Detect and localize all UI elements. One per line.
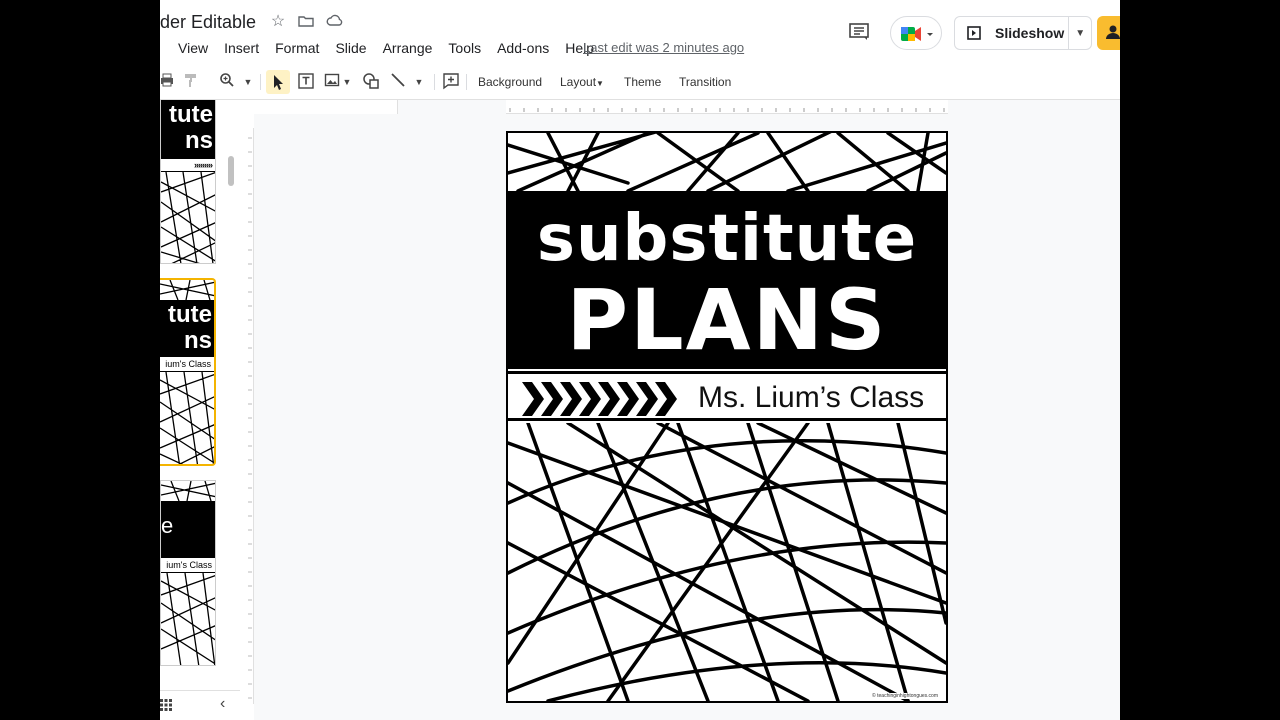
menu-add-ons[interactable]: Add-ons: [489, 38, 557, 58]
transition-button[interactable]: Transition: [679, 73, 731, 91]
add-comment-icon[interactable]: [442, 72, 460, 92]
thumb-scribble-pattern: [160, 372, 214, 464]
thumb-title: tute: [169, 101, 213, 128]
title-band: substitute PLANS: [508, 191, 946, 369]
layout-button[interactable]: Layout▼: [560, 73, 604, 93]
slideshow-label: Slideshow: [995, 25, 1065, 41]
thumb-title-band: e: [161, 501, 215, 557]
slide-title-line1[interactable]: substitute: [508, 201, 946, 277]
thumb-name-strip: ium's Class: [160, 356, 214, 372]
meet-icon: [901, 27, 933, 41]
thumb-subtitle: ns: [184, 127, 213, 154]
slides-app: der Editable ☆ View Insert Format Slide …: [160, 0, 1120, 720]
thumb-subtitle: ns: [183, 327, 212, 354]
menu-bar: View Insert Format Slide Arrange Tools A…: [170, 38, 602, 58]
thumb-chevron-strip: ›››››››››: [161, 158, 215, 172]
title-bar: der Editable ☆ View Insert Format Slide …: [160, 0, 1120, 64]
theme-button[interactable]: Theme: [624, 73, 661, 91]
class-name-strip: Ms. Lium’s Class: [508, 371, 946, 421]
grid-view-icon[interactable]: [160, 699, 174, 713]
toolbar-separator: [466, 74, 467, 90]
menu-slide[interactable]: Slide: [327, 38, 374, 58]
zoom-dropdown-icon[interactable]: ▼: [242, 72, 254, 92]
scribble-pattern-top: [508, 133, 946, 191]
line-dropdown-icon[interactable]: ▼: [414, 72, 424, 92]
horizontal-ruler[interactable]: [506, 100, 948, 114]
thumb-scribble-pattern: [160, 280, 214, 300]
background-button[interactable]: Background: [478, 73, 542, 91]
people-icon: [1106, 25, 1120, 39]
slide[interactable]: substitute PLANS Ms. Lium’s Class © teac…: [506, 131, 948, 703]
insert-image-icon[interactable]: [324, 72, 340, 92]
slide-canvas: substitute PLANS Ms. Lium’s Class © teac…: [254, 114, 1120, 720]
move-folder-icon[interactable]: [297, 13, 315, 31]
thumb-scribble-pattern: [161, 481, 215, 501]
star-icon[interactable]: ☆: [269, 13, 287, 31]
thumb-title: tute: [168, 301, 212, 328]
layout-label: Layout: [560, 75, 597, 89]
zoom-icon[interactable]: [218, 72, 236, 92]
line-icon[interactable]: [390, 72, 406, 92]
slideshow-button[interactable]: Slideshow ▼: [954, 16, 1092, 50]
slideshow-main[interactable]: Slideshow: [955, 17, 1070, 49]
chevron-left-icon[interactable]: ‹: [220, 695, 236, 715]
filmstrip-scrollbar[interactable]: [228, 156, 234, 186]
present-icon: [967, 26, 981, 40]
class-name-text[interactable]: Ms. Lium’s Class: [698, 378, 924, 418]
scribble-pattern-bottom: [508, 423, 946, 701]
print-icon[interactable]: [160, 72, 174, 92]
toolbar-separator: [434, 74, 435, 90]
comment-history-icon[interactable]: [848, 22, 872, 44]
menu-tools[interactable]: Tools: [440, 38, 489, 58]
thumb-scribble-pattern: [161, 573, 215, 665]
paint-format-icon[interactable]: [184, 72, 198, 92]
image-dropdown-icon[interactable]: ▼: [342, 72, 352, 92]
toolbar-separator: [260, 74, 261, 90]
slide-title-line2[interactable]: PLANS: [508, 275, 946, 365]
share-button[interactable]: [1097, 16, 1120, 50]
shape-icon[interactable]: [362, 72, 380, 92]
slideshow-dropdown-icon[interactable]: ▼: [1069, 28, 1091, 39]
ruler-ticks: [248, 137, 252, 699]
cloud-status-icon[interactable]: [326, 13, 344, 31]
last-edit-link[interactable]: Last edit was 2 minutes ago: [583, 40, 744, 55]
text-box-icon[interactable]: [297, 72, 315, 92]
toolbar: ▼ ▼ ▼ Background Layout▼ Theme Transitio…: [160, 64, 1120, 100]
slide-thumbnail-3[interactable]: e ium's Class: [160, 480, 216, 666]
layout-dropdown-icon: ▼: [596, 79, 604, 88]
select-tool-icon[interactable]: [266, 70, 290, 94]
credit-text: © teachinginhightongues.com: [870, 693, 940, 699]
slide-thumbnail-1[interactable]: tute ns ›››››››››: [160, 100, 216, 264]
menu-format[interactable]: Format: [267, 38, 327, 58]
thumb-scribble-pattern: [161, 172, 215, 263]
vertical-ruler[interactable]: [240, 128, 254, 704]
document-title[interactable]: der Editable: [160, 12, 256, 33]
ruler-ticks: [509, 108, 945, 112]
thumb-name-strip: ium's Class: [161, 557, 215, 573]
chevron-arrows-icon: [522, 382, 677, 416]
menu-arrange[interactable]: Arrange: [375, 38, 441, 58]
menu-insert[interactable]: Insert: [216, 38, 267, 58]
thumb-title-band: tute ns: [160, 300, 214, 356]
thumb-title-band: tute ns: [161, 100, 215, 158]
meet-button[interactable]: [890, 16, 942, 50]
slide-thumbnail-2[interactable]: tute ns ium's Class: [160, 278, 216, 466]
menu-view[interactable]: View: [170, 38, 216, 58]
